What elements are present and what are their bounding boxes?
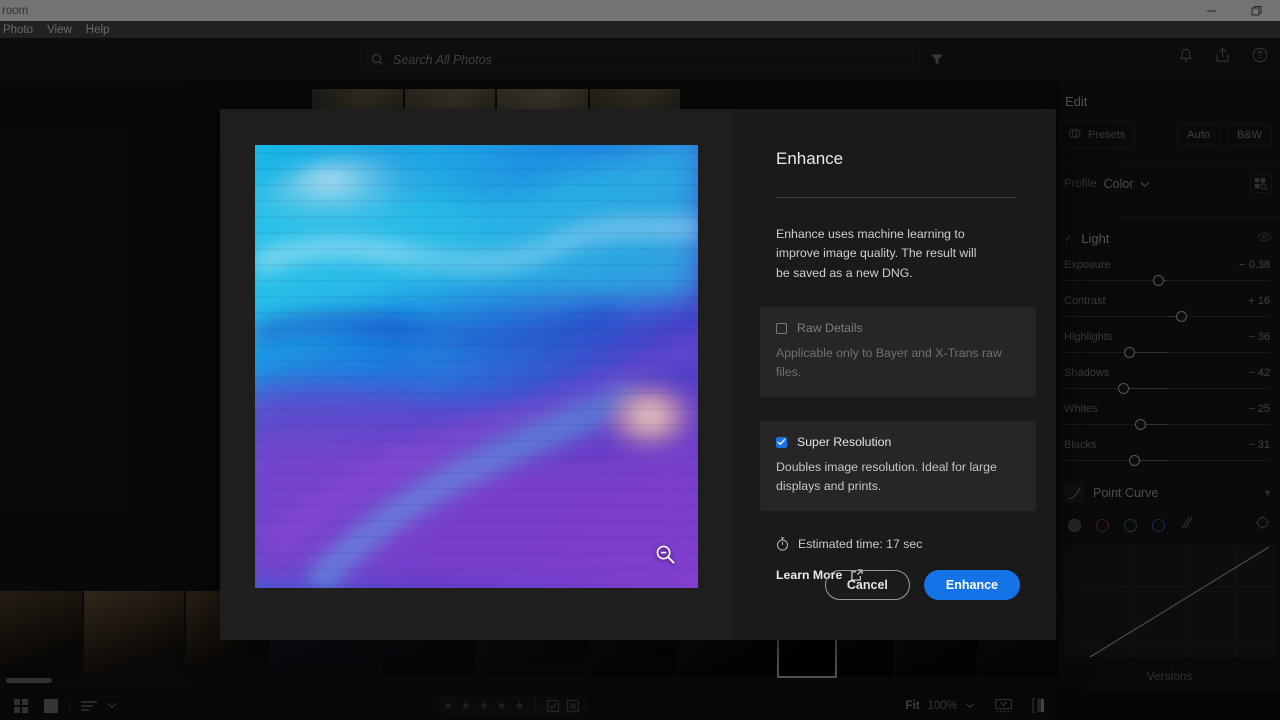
option-super-resolution[interactable]: Super Resolution Doubles image resolutio… xyxy=(760,421,1036,512)
raw-details-label: Raw Details xyxy=(797,321,863,336)
cancel-button[interactable]: Cancel xyxy=(824,570,910,600)
super-resolution-checkbox[interactable] xyxy=(776,436,787,448)
option-super-resolution-row: Super Resolution xyxy=(776,435,1020,449)
option-raw-details-row: Raw Details xyxy=(776,321,1020,335)
raw-details-checkbox[interactable] xyxy=(776,322,787,334)
super-resolution-description: Doubles image resolution. Ideal for larg… xyxy=(776,460,997,493)
super-resolution-label: Super Resolution xyxy=(797,435,892,450)
stopwatch-icon xyxy=(776,537,789,551)
enhance-options-pane: Enhance Enhance uses machine learning to… xyxy=(732,109,1056,640)
estimated-time-row: Estimated time: 17 sec xyxy=(776,537,1020,551)
dialog-description: Enhance uses machine learning to improve… xyxy=(776,227,977,280)
raw-details-description: Applicable only to Bayer and X-Trans raw… xyxy=(776,346,1002,379)
option-raw-details[interactable]: Raw Details Applicable only to Bayer and… xyxy=(760,307,1036,398)
enhance-preview-pane xyxy=(220,109,732,640)
preview-artwork xyxy=(255,145,698,588)
zoom-out-magnifier-icon[interactable] xyxy=(655,544,676,570)
dialog-title: Enhance xyxy=(776,149,844,168)
dialog-title-rule xyxy=(776,197,1016,198)
enhance-dialog: Enhance Enhance uses machine learning to… xyxy=(220,109,1056,640)
dialog-actions: Cancel Enhance xyxy=(824,570,1020,600)
enhance-preview-image[interactable] xyxy=(255,145,698,588)
lightroom-app-window: room Photo View Help xyxy=(0,0,1280,720)
estimated-time-label: Estimated time: 17 sec xyxy=(798,537,923,552)
enhance-button[interactable]: Enhance xyxy=(923,570,1020,600)
